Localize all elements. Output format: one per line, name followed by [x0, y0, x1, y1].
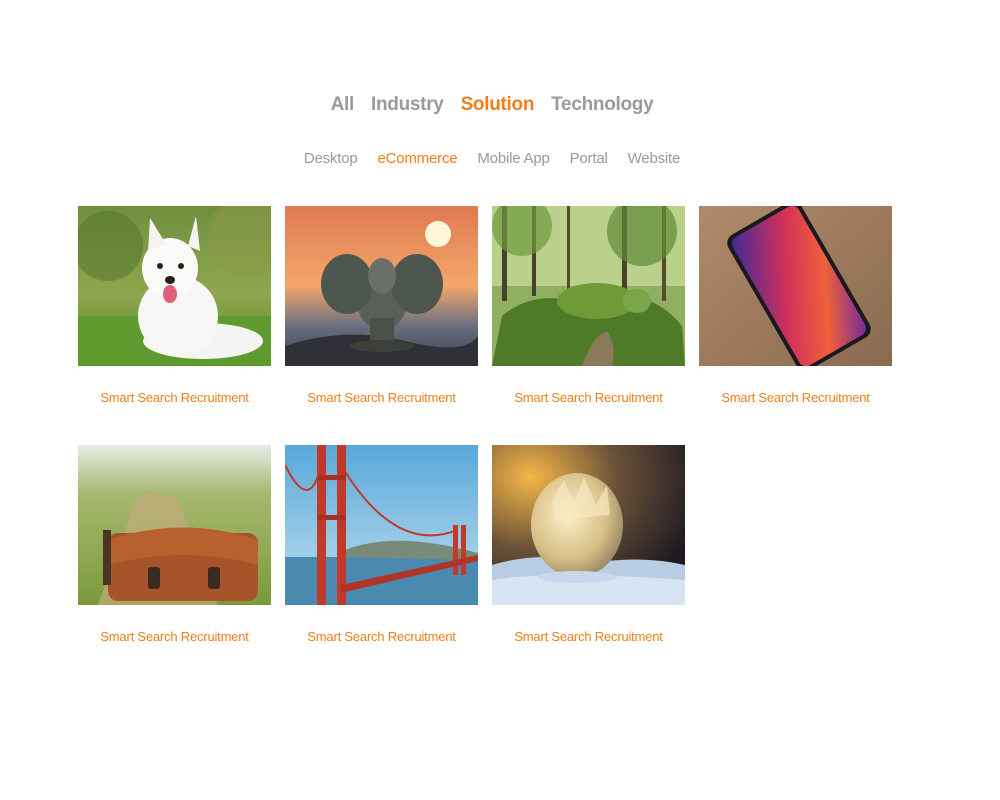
subfilter-ecommerce[interactable]: eCommerce: [378, 150, 458, 167]
portfolio-card[interactable]: Smart Search Recruitment: [78, 445, 271, 684]
portfolio-grid: Smart Search Recruitment Smart Search Re…: [78, 206, 892, 684]
card-title[interactable]: Smart Search Recruitment: [492, 390, 685, 405]
frozen-bubble-image[interactable]: [492, 445, 685, 605]
golden-gate-bridge-image[interactable]: [285, 445, 478, 605]
portfolio-card[interactable]: Smart Search Recruitment: [699, 206, 892, 445]
portfolio-card[interactable]: Smart Search Recruitment: [285, 206, 478, 445]
secondary-filter-bar: Desktop eCommerce Mobile App Portal Webs…: [0, 150, 984, 167]
white-dog-image[interactable]: [78, 206, 271, 366]
subfilter-desktop[interactable]: Desktop: [304, 150, 358, 167]
portfolio-card[interactable]: Smart Search Recruitment: [492, 445, 685, 684]
card-title[interactable]: Smart Search Recruitment: [285, 390, 478, 405]
subfilter-portal[interactable]: Portal: [570, 150, 608, 167]
leather-bag-image[interactable]: [78, 445, 271, 605]
subfilter-website[interactable]: Website: [628, 150, 681, 167]
filter-solution[interactable]: Solution: [461, 94, 535, 116]
portfolio-page: All Industry Solution Technology Desktop…: [0, 0, 1000, 800]
portfolio-card[interactable]: Smart Search Recruitment: [78, 206, 271, 445]
card-title[interactable]: Smart Search Recruitment: [285, 629, 478, 644]
card-title[interactable]: Smart Search Recruitment: [492, 629, 685, 644]
mossy-sculpture-image[interactable]: [492, 206, 685, 366]
subfilter-mobile-app[interactable]: Mobile App: [477, 150, 549, 167]
card-title[interactable]: Smart Search Recruitment: [78, 390, 271, 405]
filter-all[interactable]: All: [331, 94, 355, 116]
card-title[interactable]: Smart Search Recruitment: [78, 629, 271, 644]
filter-industry[interactable]: Industry: [371, 94, 444, 116]
primary-filter-bar: All Industry Solution Technology: [0, 94, 984, 116]
portfolio-card[interactable]: Smart Search Recruitment: [492, 206, 685, 445]
card-title[interactable]: Smart Search Recruitment: [699, 390, 892, 405]
elephant-statue-image[interactable]: [285, 206, 478, 366]
smartphone-image[interactable]: [699, 206, 892, 366]
portfolio-card[interactable]: Smart Search Recruitment: [285, 445, 478, 684]
filter-technology[interactable]: Technology: [551, 94, 654, 116]
